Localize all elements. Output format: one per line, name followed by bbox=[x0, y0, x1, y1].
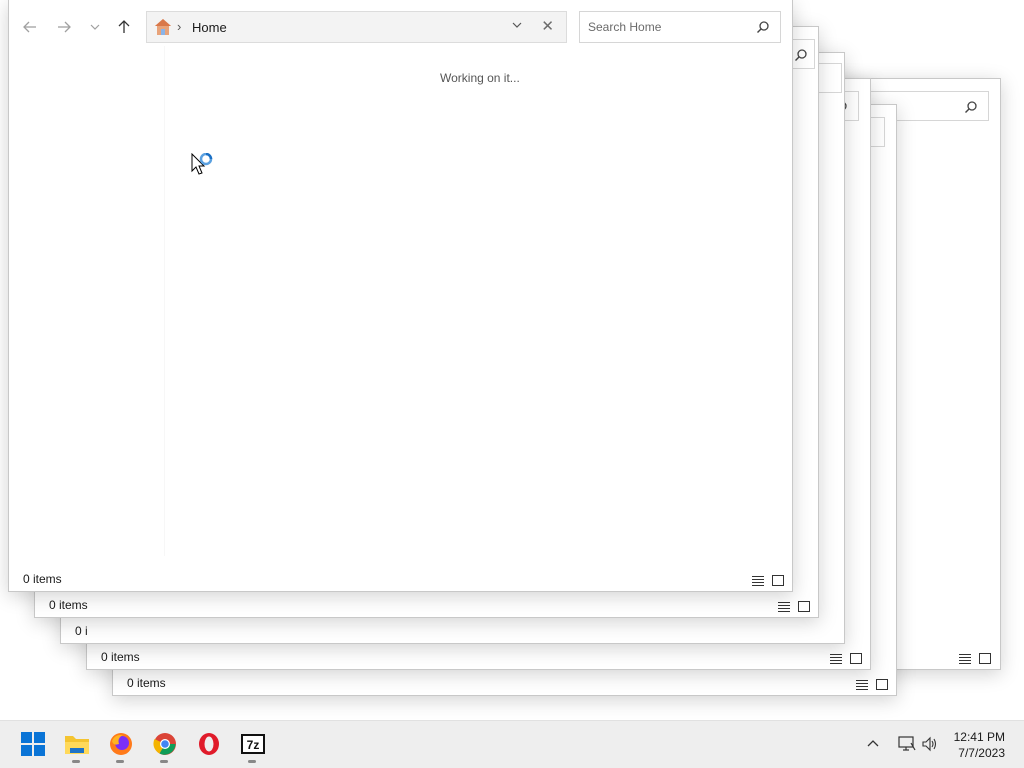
item-count: 0 items bbox=[49, 598, 88, 612]
arrow-right-icon bbox=[58, 21, 71, 33]
opera-icon bbox=[199, 733, 219, 755]
item-count: 0 items bbox=[23, 572, 62, 586]
network-icon bbox=[898, 736, 916, 751]
status-bar: 0 items bbox=[113, 671, 896, 695]
start-button[interactable] bbox=[18, 729, 48, 759]
search-input[interactable] bbox=[816, 63, 842, 93]
7zip-icon: 7z bbox=[241, 734, 265, 754]
status-bar: 0 items bbox=[9, 567, 792, 591]
chevron-up-icon bbox=[867, 740, 879, 747]
navigation-pane-divider[interactable] bbox=[164, 46, 165, 556]
search-icon bbox=[965, 101, 977, 113]
taskbar-chrome[interactable] bbox=[150, 729, 180, 763]
item-count: 0 items bbox=[127, 676, 166, 690]
chrome-icon bbox=[153, 733, 176, 755]
forward-button[interactable] bbox=[51, 10, 77, 44]
status-bar: 0 i bbox=[61, 619, 844, 643]
volume-button[interactable] bbox=[921, 735, 939, 753]
chevron-down-icon bbox=[90, 24, 100, 30]
item-count: 0 items bbox=[101, 650, 140, 664]
address-breadcrumb[interactable]: Home bbox=[192, 20, 227, 35]
view-toggle bbox=[856, 679, 888, 690]
running-indicator bbox=[72, 760, 80, 763]
view-toggle bbox=[959, 653, 991, 664]
back-button[interactable] bbox=[17, 10, 43, 44]
taskbar: 7z 12:41 PM 7/7/2023 bbox=[0, 720, 1024, 768]
network-status-button[interactable] bbox=[898, 735, 916, 753]
loading-status-text: Working on it... bbox=[440, 71, 520, 85]
taskbar-7zip[interactable]: 7z bbox=[238, 729, 268, 763]
status-bar: 0 items bbox=[35, 593, 818, 617]
navigation-toolbar: › Home ✕ Search Home bbox=[9, 10, 792, 44]
show-hidden-icons-button[interactable] bbox=[866, 737, 882, 753]
search-icon bbox=[795, 49, 807, 61]
arrow-left-icon bbox=[23, 21, 36, 33]
arrow-up-icon bbox=[118, 20, 130, 33]
item-count: 0 i bbox=[75, 624, 88, 638]
search-input[interactable]: Search Home bbox=[579, 11, 781, 43]
speaker-icon bbox=[922, 736, 937, 752]
taskbar-opera[interactable] bbox=[194, 729, 224, 759]
tiles-view-icon[interactable] bbox=[850, 653, 862, 664]
details-view-icon[interactable] bbox=[752, 575, 764, 586]
tiles-view-icon[interactable] bbox=[979, 653, 991, 664]
details-view-icon[interactable] bbox=[959, 653, 971, 664]
search-placeholder: Search Home bbox=[588, 20, 662, 34]
details-view-icon[interactable] bbox=[830, 653, 842, 664]
view-toggle bbox=[778, 601, 810, 612]
status-bar: 0 items bbox=[87, 645, 870, 669]
taskbar-file-explorer[interactable] bbox=[62, 729, 92, 763]
busy-cursor-icon bbox=[191, 153, 213, 175]
svg-text:7z: 7z bbox=[247, 738, 260, 752]
firefox-icon bbox=[110, 733, 132, 755]
windows-logo-icon bbox=[21, 732, 45, 756]
running-indicator bbox=[116, 760, 124, 763]
folder-icon bbox=[65, 736, 89, 754]
address-close-icon[interactable]: ✕ bbox=[541, 17, 554, 35]
running-indicator bbox=[248, 760, 256, 763]
home-icon bbox=[155, 19, 171, 35]
search-icon bbox=[757, 21, 769, 33]
running-indicator bbox=[160, 760, 168, 763]
address-bar[interactable]: › Home ✕ bbox=[146, 11, 567, 43]
taskbar-firefox[interactable] bbox=[106, 729, 136, 763]
details-view-icon[interactable] bbox=[778, 601, 790, 612]
recent-locations-button[interactable] bbox=[82, 10, 108, 44]
address-history-chevron-icon[interactable] bbox=[510, 18, 524, 32]
tiles-view-icon[interactable] bbox=[876, 679, 888, 690]
clock-time: 12:41 PM bbox=[953, 730, 1005, 744]
clock[interactable]: 12:41 PM 7/7/2023 bbox=[954, 729, 1005, 761]
explorer-window: › Home ✕ Search Home Working on it... 0 … bbox=[8, 0, 793, 592]
up-button[interactable] bbox=[111, 10, 137, 44]
tiles-view-icon[interactable] bbox=[772, 575, 784, 586]
view-toggle bbox=[830, 653, 862, 664]
tiles-view-icon[interactable] bbox=[798, 601, 810, 612]
details-view-icon[interactable] bbox=[856, 679, 868, 690]
breadcrumb-separator-icon: › bbox=[177, 19, 182, 34]
clock-date: 7/7/2023 bbox=[958, 746, 1005, 760]
view-toggle bbox=[752, 575, 784, 586]
